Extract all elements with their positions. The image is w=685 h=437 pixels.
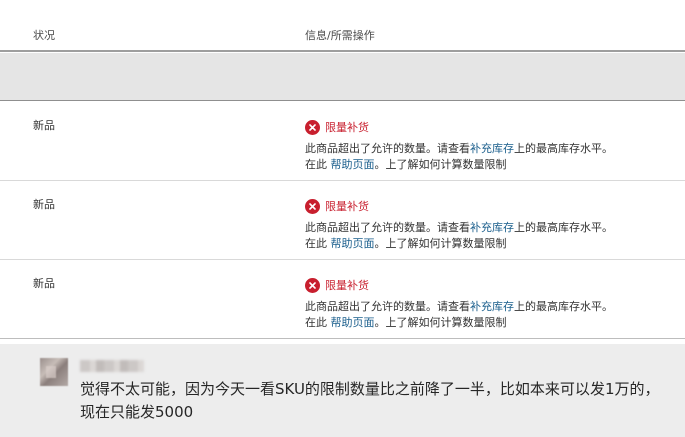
help-prefix: 在此 [305, 237, 331, 250]
inventory-page: 状况 信息/所需操作 新品 限量补货 此商品超出了允许的数量。请查看补充库存上的… [0, 0, 685, 437]
replenish-inventory-link[interactable]: 补充库存 [470, 221, 514, 234]
alert-title: 限量补货 [325, 279, 369, 292]
alert-title: 限量补货 [325, 121, 369, 134]
message-text: 上的最高库存水平。 [514, 300, 613, 313]
message-text: 此商品超出了允许的数量。请查看 [305, 142, 470, 155]
alert-message: 此商品超出了允许的数量。请查看补充库存上的最高库存水平。 [305, 221, 613, 235]
help-suffix: 。上了解如何计算数量限制 [374, 158, 507, 171]
header-info-action: 信息/所需操作 [305, 29, 375, 42]
message-text: 上的最高库存水平。 [514, 221, 613, 234]
help-suffix: 。上了解如何计算数量限制 [374, 316, 507, 329]
error-x-circle-icon [305, 199, 320, 214]
alert-message: 此商品超出了允许的数量。请查看补充库存上的最高库存水平。 [305, 142, 613, 156]
help-page-link[interactable]: 帮助页面 [331, 316, 375, 329]
alert-help-line: 在此 帮助页面。上了解如何计算数量限制 [305, 237, 507, 251]
help-page-link[interactable]: 帮助页面 [331, 237, 375, 250]
error-x-circle-icon [305, 278, 320, 293]
alert-title: 限量补货 [325, 200, 369, 213]
table-row: 新品 限量补货 此商品超出了允许的数量。请查看补充库存上的最高库存水平。 在此 … [0, 260, 685, 339]
alert-message: 此商品超出了允许的数量。请查看补充库存上的最高库存水平。 [305, 300, 613, 314]
avatar [40, 358, 68, 386]
help-prefix: 在此 [305, 158, 331, 171]
alert-help-line: 在此 帮助页面。上了解如何计算数量限制 [305, 158, 507, 172]
row-status: 新品 [33, 198, 55, 211]
table-row: 新品 限量补货 此商品超出了允许的数量。请查看补充库存上的最高库存水平。 在此 … [0, 181, 685, 260]
message-text: 上的最高库存水平。 [514, 142, 613, 155]
help-prefix: 在此 [305, 316, 331, 329]
replenish-inventory-link[interactable]: 补充库存 [470, 300, 514, 313]
blurred-username [80, 360, 144, 372]
help-suffix: 。上了解如何计算数量限制 [374, 237, 507, 250]
table-row: 新品 限量补货 此商品超出了允许的数量。请查看补充库存上的最高库存水平。 在此 … [0, 102, 685, 181]
table-section-band [0, 53, 685, 101]
row-status: 新品 [33, 277, 55, 290]
error-x-circle-icon [305, 120, 320, 135]
table-header: 状况 信息/所需操作 [0, 0, 685, 52]
comment-card: 觉得不太可能，因为今天一看SKU的限制数量比之前降了一半，比如本来可以发1万的，… [0, 344, 685, 437]
header-status: 状况 [33, 29, 55, 42]
row-status: 新品 [33, 119, 55, 132]
help-page-link[interactable]: 帮助页面 [331, 158, 375, 171]
message-text: 此商品超出了允许的数量。请查看 [305, 221, 470, 234]
message-text: 此商品超出了允许的数量。请查看 [305, 300, 470, 313]
comment-text: 觉得不太可能，因为今天一看SKU的限制数量比之前降了一半，比如本来可以发1万的，… [80, 380, 660, 421]
replenish-inventory-link[interactable]: 补充库存 [470, 142, 514, 155]
alert-help-line: 在此 帮助页面。上了解如何计算数量限制 [305, 316, 507, 330]
